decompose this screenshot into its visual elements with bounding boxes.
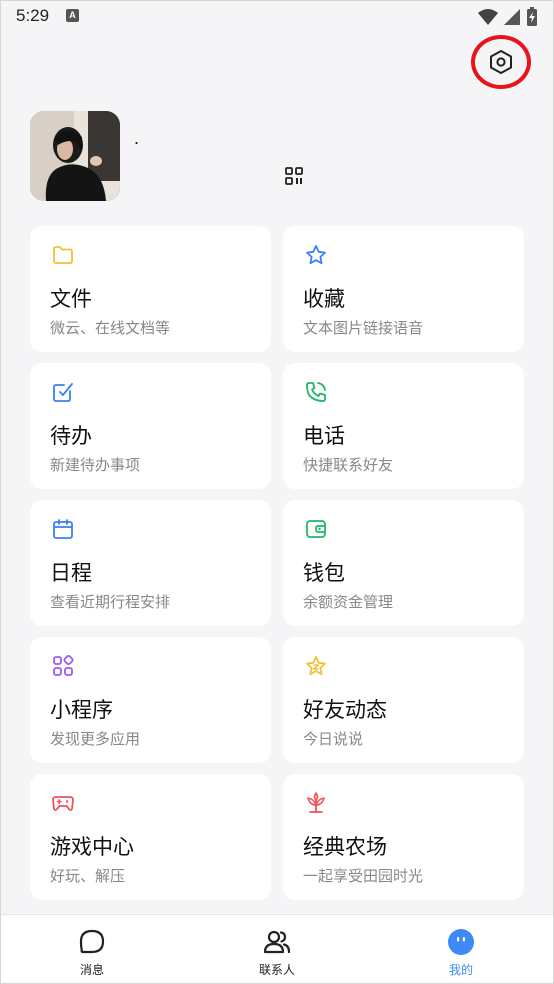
battery-icon xyxy=(527,6,537,26)
card-game-center[interactable]: 游戏中心 好玩、解压 xyxy=(30,774,271,900)
nav-label: 联系人 xyxy=(258,963,295,977)
card-wallet[interactable]: 钱包 余额资金管理 xyxy=(283,500,524,626)
gamepad-icon xyxy=(52,796,74,811)
card-title: 文件 xyxy=(50,287,92,311)
status-bar: 5:29 A xyxy=(0,0,554,34)
wallet-icon xyxy=(306,520,326,538)
phone-icon xyxy=(306,382,326,402)
card-files[interactable]: 文件 微云、在线文档等 xyxy=(30,226,271,352)
card-title: 经典农场 xyxy=(303,835,387,859)
bottom-nav: 消息 联系人 我的 xyxy=(0,914,554,984)
farm-plant-icon xyxy=(307,792,325,813)
contacts-icon xyxy=(263,930,291,954)
mini-program-icon xyxy=(53,654,74,676)
card-favorites[interactable]: 收藏 文本图片链接语音 xyxy=(283,226,524,352)
card-farm[interactable]: 经典农场 一起享受田园时光 xyxy=(283,774,524,900)
folder-icon xyxy=(53,246,73,264)
todo-check-icon xyxy=(53,383,73,402)
avatar-photo xyxy=(30,111,120,201)
card-title: 电话 xyxy=(303,424,345,448)
notification-a-icon: A xyxy=(66,9,79,22)
card-title: 小程序 xyxy=(50,698,113,722)
card-subtitle: 今日说说 xyxy=(303,730,364,748)
avatar[interactable] xyxy=(30,111,120,201)
status-icons xyxy=(477,6,538,26)
message-bubble-icon xyxy=(79,929,105,954)
card-subtitle: 快捷联系好友 xyxy=(303,456,394,474)
card-title: 游戏中心 xyxy=(50,835,134,859)
card-title: 好友动态 xyxy=(303,698,387,722)
card-mini-programs[interactable]: 小程序 发现更多应用 xyxy=(30,637,271,763)
nickname[interactable]: . xyxy=(134,128,139,149)
calendar-icon xyxy=(53,519,73,539)
status-time: 5:29 xyxy=(16,6,50,25)
qr-code-icon xyxy=(285,167,303,185)
nav-me[interactable]: 我的 xyxy=(401,915,521,984)
card-subtitle: 文本图片链接语音 xyxy=(303,319,424,337)
card-subtitle: 好玩、解压 xyxy=(50,867,126,885)
card-schedule[interactable]: 日程 查看近期行程安排 xyxy=(30,500,271,626)
card-title: 钱包 xyxy=(303,561,345,585)
nav-label: 我的 xyxy=(448,963,473,977)
card-subtitle: 余额资金管理 xyxy=(303,593,394,611)
settings-hexagon-icon xyxy=(490,50,512,74)
me-face-icon xyxy=(448,929,474,955)
wifi-icon xyxy=(477,8,498,25)
nav-messages[interactable]: 消息 xyxy=(32,915,152,984)
card-todo[interactable]: 待办 新建待办事项 xyxy=(30,363,271,489)
card-phone[interactable]: 电话 快捷联系好友 xyxy=(283,363,524,489)
card-title: 日程 xyxy=(50,561,92,585)
settings-button[interactable] xyxy=(471,35,531,89)
nav-label: 消息 xyxy=(79,963,104,977)
qr-code-button[interactable] xyxy=(284,166,304,186)
card-friend-feed[interactable]: 好友动态 今日说说 xyxy=(283,637,524,763)
star-icon xyxy=(306,245,326,265)
card-subtitle: 查看近期行程安排 xyxy=(50,593,171,611)
signal-icon xyxy=(503,8,520,25)
nav-contacts[interactable]: 联系人 xyxy=(217,915,337,984)
card-title: 待办 xyxy=(50,424,92,448)
card-subtitle: 新建待办事项 xyxy=(50,456,141,474)
card-subtitle: 发现更多应用 xyxy=(50,730,141,748)
card-subtitle: 一起享受田园时光 xyxy=(303,867,424,885)
friend-feed-star-icon xyxy=(306,656,326,676)
card-subtitle: 微云、在线文档等 xyxy=(50,319,171,337)
card-title: 收藏 xyxy=(303,287,345,311)
